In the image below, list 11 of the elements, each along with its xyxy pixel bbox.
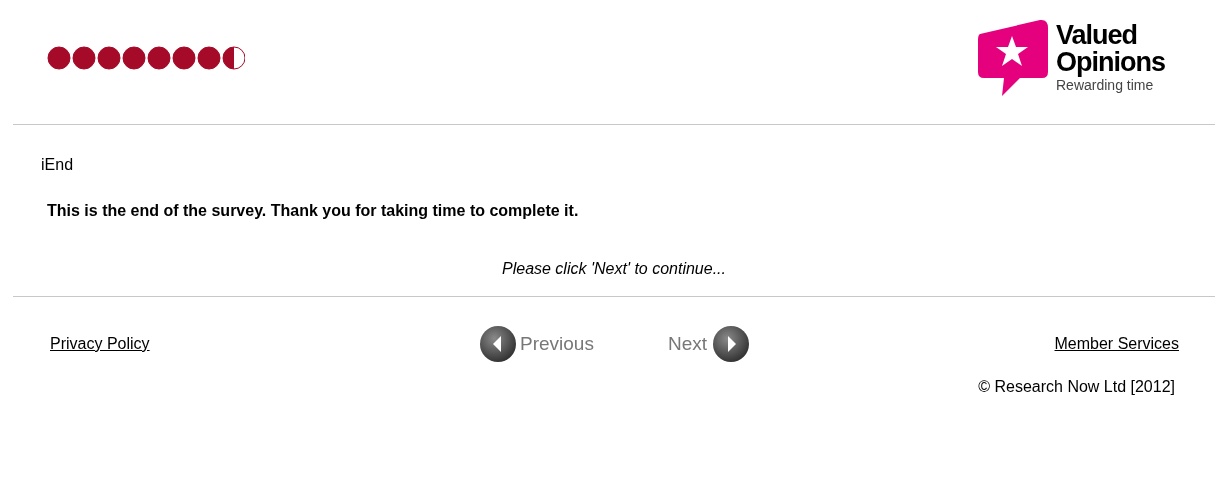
question-id: iEnd xyxy=(41,155,75,175)
instruction-text: Please click 'Next' to continue... xyxy=(502,259,726,279)
member-services-link[interactable]: Member Services xyxy=(979,332,1179,356)
logo-tagline: Rewarding time xyxy=(1056,78,1155,92)
previous-button[interactable]: Previous xyxy=(479,325,594,363)
logo-title: Valued xyxy=(1056,22,1139,48)
logo-title: Opinions xyxy=(1056,48,1165,76)
next-button[interactable]: Next xyxy=(667,325,750,363)
privacy-policy-link[interactable]: Privacy Policy xyxy=(50,332,250,356)
copyright-text: © Research Now Ltd [2012] xyxy=(978,377,1175,397)
end-message: This is the end of the survey. Thank you for taking time to complete it. xyxy=(47,201,580,221)
